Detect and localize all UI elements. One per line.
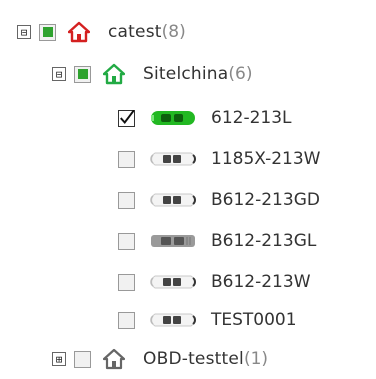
vehicle-checkbox[interactable] xyxy=(118,191,135,209)
tree-checkbox[interactable] xyxy=(74,350,91,368)
vehicle-item[interactable]: 1185X-213W xyxy=(118,139,320,179)
vehicle-item[interactable]: B612-213GL xyxy=(118,221,316,261)
vehicle-label[interactable]: TEST0001 xyxy=(211,310,297,330)
vehicle-checkbox[interactable] xyxy=(118,109,135,127)
tree-node-obd-testtel[interactable]: ⊞ OBD-testtel (1) xyxy=(52,339,268,379)
car-offline-icon xyxy=(150,152,196,166)
tree-node-label[interactable]: catest xyxy=(108,22,162,42)
home-icon xyxy=(68,21,90,43)
vehicle-checkbox[interactable] xyxy=(118,150,135,168)
vehicle-label[interactable]: B612-213GD xyxy=(211,190,320,210)
car-offline-icon xyxy=(150,193,196,207)
expand-toggle[interactable]: ⊞ xyxy=(52,352,66,366)
home-icon xyxy=(103,348,125,370)
tree-node-count: (8) xyxy=(161,22,186,42)
tree-node-label[interactable]: Sitelchina xyxy=(143,64,228,84)
home-icon xyxy=(103,63,125,85)
vehicle-item[interactable]: 612-213L xyxy=(118,98,292,138)
car-inactive-icon xyxy=(151,235,195,247)
tree-checkbox-partial[interactable] xyxy=(39,23,56,41)
vehicle-label[interactable]: B612-213GL xyxy=(211,231,316,251)
tree-checkbox-partial[interactable] xyxy=(74,65,91,83)
vehicle-item[interactable]: TEST0001 xyxy=(118,300,297,340)
tree-node-catest[interactable]: ⊟ catest (8) xyxy=(17,12,186,52)
vehicle-label[interactable]: B612-213W xyxy=(211,272,311,292)
vehicle-item[interactable]: B612-213W xyxy=(118,262,311,302)
collapse-toggle[interactable]: ⊟ xyxy=(17,25,31,39)
vehicle-checkbox[interactable] xyxy=(118,273,135,291)
tree-node-label[interactable]: OBD-testtel xyxy=(143,349,244,369)
vehicle-checkbox[interactable] xyxy=(118,311,135,329)
checkmark-icon xyxy=(120,109,134,124)
vehicle-checkbox[interactable] xyxy=(118,232,135,250)
car-offline-icon xyxy=(150,275,196,289)
vehicle-label[interactable]: 1185X-213W xyxy=(211,149,320,169)
vehicle-item[interactable]: B612-213GD xyxy=(118,180,320,220)
car-offline-icon xyxy=(150,313,196,327)
tree-node-count: (6) xyxy=(228,64,253,84)
vehicle-label[interactable]: 612-213L xyxy=(211,108,292,128)
car-online-icon xyxy=(151,111,195,125)
collapse-toggle[interactable]: ⊟ xyxy=(52,67,66,81)
tree-node-count: (1) xyxy=(243,349,269,369)
vehicle-tree: ⊟ catest (8) ⊟ Sitelchina (6) 612-213L 1… xyxy=(0,0,376,378)
tree-node-sitelchina[interactable]: ⊟ Sitelchina (6) xyxy=(52,54,253,94)
